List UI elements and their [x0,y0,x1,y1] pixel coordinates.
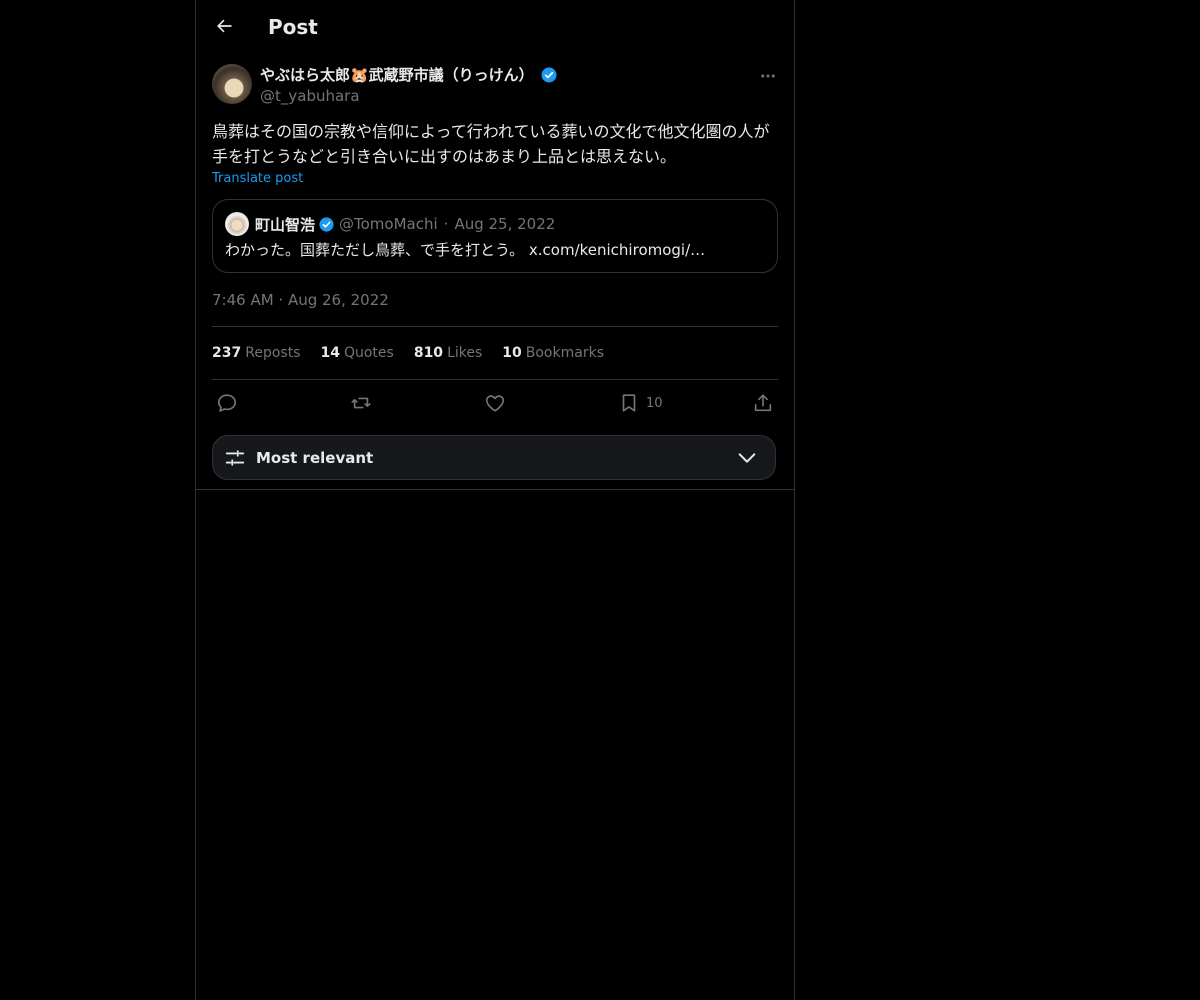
author-avatar[interactable] [212,64,252,104]
quoted-post-header: 町山智浩 @TomoMachi · Aug 25, 2022 [255,213,555,235]
heart-icon [485,395,505,412]
page-title: Post [268,15,318,39]
sort-label: Most relevant [256,449,374,467]
share-icon [754,394,772,412]
post-timestamp[interactable]: 7:46 AM · Aug 26, 2022 [212,290,389,310]
more-options-button[interactable] [756,64,780,88]
quoted-author-name: 町山智浩 [255,215,316,234]
stat-reposts-count: 237 [212,345,242,361]
divider [212,326,778,327]
stat-quotes-label: Quotes [343,345,394,361]
quoted-post-text: わかった。国葬ただし鳥葬、で手を打とう。 [225,241,525,259]
repost-icon [351,397,371,409]
share-button[interactable] [752,391,774,415]
quoted-post-link[interactable]: x.com/kenichiromogi/… [529,241,705,259]
reply-button[interactable] [216,391,238,415]
stat-quotes[interactable]: 14 Quotes [320,343,393,363]
reply-icon [217,394,237,412]
divider [212,379,778,380]
stat-likes-label: Likes [447,345,483,361]
quoted-post-card[interactable]: 町山智浩 @TomoMachi · Aug 25, 2022 わかった。国葬ただ… [212,199,778,273]
author-name: やぶはら太郎🐹武蔵野市議（りっけん） [260,66,534,84]
post-text: 鳥葬はその国の宗教や信仰によって行われている葬いの文化で他文化圏の人が手を打とう… [212,122,770,166]
stat-bookmarks[interactable]: 10 Bookmarks [502,343,604,363]
back-button[interactable] [210,12,238,40]
author-handle[interactable]: @t_yabuhara [260,86,360,106]
quoted-post-text-row: わかった。国葬ただし鳥葬、で手を打とう。 x.com/kenichiromogi… [225,240,765,260]
sliders-icon [225,450,245,466]
chevron-down-icon [738,453,756,463]
bookmark-icon [622,394,636,412]
stat-reposts-label: Reposts [245,345,301,361]
divider [196,489,794,490]
engagement-stats: 237 Reposts 14 Quotes 810 Likes 10 Bookmarks [212,343,624,363]
arrow-left-icon [217,19,232,33]
stat-bookmarks-label: Bookmarks [525,345,604,361]
quoted-author-avatar [225,212,249,236]
quoted-post-date: Aug 25, 2022 [454,215,556,233]
verified-badge-icon [540,66,558,84]
top-bar: Post [196,0,794,54]
stat-likes[interactable]: 810 Likes [414,343,482,363]
translate-post-link[interactable]: Translate post [212,170,303,188]
post-column: Post やぶはら太郎🐹武蔵野市議（りっけん） @t_yabuhara 鳥葬はそ… [195,0,795,1000]
verified-badge-icon [318,216,335,233]
bookmark-button[interactable]: 10 [618,391,663,415]
quoted-author-handle: @TomoMachi [339,215,438,233]
stat-reposts[interactable]: 237 Reposts [212,343,300,363]
bookmark-count: 10 [646,395,663,411]
like-button[interactable] [484,391,506,415]
more-horizontal-icon [761,74,775,78]
stat-bookmarks-count: 10 [502,345,522,361]
separator-dot: · [443,215,449,233]
repost-button[interactable] [350,391,372,415]
stat-likes-count: 810 [413,345,444,361]
stat-quotes-count: 14 [320,345,340,361]
author-name-row[interactable]: やぶはら太郎🐹武蔵野市議（りっけん） [260,64,558,86]
reply-sort-dropdown[interactable]: Most relevant [212,435,776,480]
